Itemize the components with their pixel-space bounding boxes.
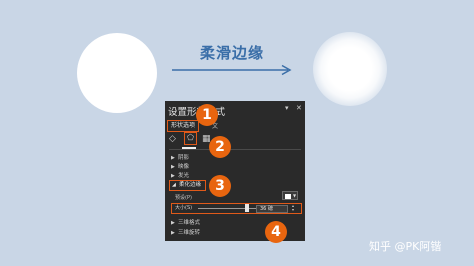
- format-shape-panel: 设置形状格式 ▾ ✕ 形状选项 文 ◇ ⬠ ▦ ▶阴影 ▶映像 ▶发光 ◢柔化边…: [165, 101, 305, 241]
- expand-arrow-icon: ▶: [171, 155, 175, 161]
- size-slider[interactable]: [198, 204, 258, 212]
- collapse-arrow-icon: ◢: [172, 182, 176, 188]
- preset-dropdown[interactable]: ▼: [282, 191, 298, 200]
- section-shadow[interactable]: ▶ 阴影: [171, 153, 189, 161]
- chevron-down-icon: ▼: [293, 193, 297, 198]
- section-soft-edges[interactable]: ◢ 柔化边缘: [169, 180, 207, 191]
- watermark: 知乎 @PK阿锴: [369, 240, 442, 253]
- panel-close-icon[interactable]: ✕: [296, 104, 302, 112]
- fill-line-icon[interactable]: ◇: [169, 133, 176, 145]
- expand-arrow-icon: ▶: [171, 173, 175, 179]
- hard-edge-circle: [77, 33, 157, 113]
- effects-pentagon-icon[interactable]: ⬠: [184, 132, 197, 145]
- step-badge-2: 2: [209, 136, 231, 158]
- slider-thumb[interactable]: [245, 204, 250, 212]
- size-value-input[interactable]: 36 磅: [256, 204, 288, 213]
- section-3d-rotation[interactable]: ▶ 三维旋转: [171, 228, 200, 236]
- size-row: 大小(S) 36 磅 ▴ ▾: [171, 203, 302, 214]
- step-badge-1: 1: [196, 104, 218, 126]
- expand-arrow-icon: ▶: [171, 164, 175, 170]
- tab-shape-options[interactable]: 形状选项: [167, 120, 200, 132]
- section-glow[interactable]: ▶ 发光: [171, 171, 189, 179]
- preset-label: 预设(P): [175, 195, 192, 201]
- soft-edge-title: 柔滑边缘: [200, 44, 265, 62]
- size-label: 大小(S): [175, 205, 193, 211]
- panel-divider: [169, 149, 301, 150]
- section-3d-format[interactable]: ▶ 三维格式: [171, 218, 200, 226]
- section-reflection[interactable]: ▶ 映像: [171, 162, 189, 170]
- expand-arrow-icon: ▶: [171, 220, 175, 226]
- step-badge-4: 4: [265, 221, 287, 243]
- preset-swatch: [285, 193, 291, 199]
- right-arrow-icon: [172, 64, 292, 76]
- expand-arrow-icon: ▶: [171, 230, 175, 236]
- size-spinner[interactable]: ▴ ▾: [292, 204, 294, 212]
- panel-dropdown-icon[interactable]: ▾: [285, 104, 289, 112]
- soft-edge-circle: [313, 32, 387, 106]
- step-badge-3: 3: [209, 175, 231, 197]
